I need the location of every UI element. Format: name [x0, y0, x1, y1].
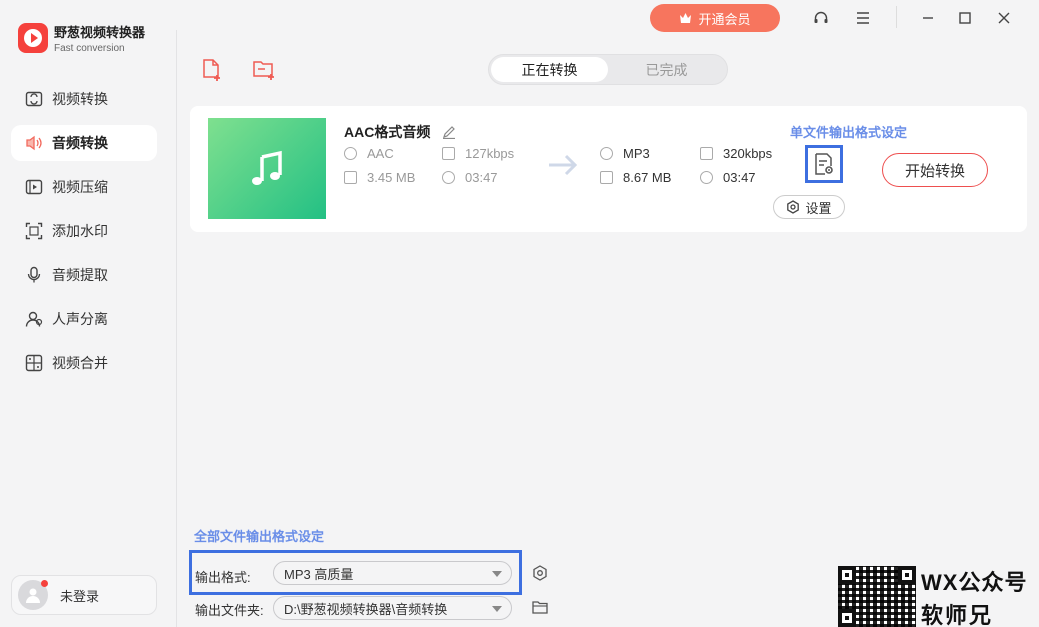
sidebar-item-video-merge[interactable]: 视频合并	[11, 345, 157, 381]
sidebar-item-label: 音频提取	[52, 267, 108, 283]
minimize-icon[interactable]	[918, 8, 938, 28]
source-format-value: AAC	[367, 146, 394, 161]
chevron-down-icon	[492, 571, 502, 577]
file-title: AAC格式音频	[344, 122, 456, 142]
crown-icon	[680, 13, 692, 23]
target-bitrate: 320kbps	[700, 146, 772, 161]
close-icon[interactable]	[994, 8, 1014, 28]
edit-icon[interactable]	[442, 125, 456, 139]
audio-convert-icon	[24, 133, 44, 153]
sidebar-item-vocal-separate[interactable]: 人声分离	[11, 301, 157, 337]
source-bitrate: 127kbps	[442, 146, 514, 161]
single-file-format-title: 单文件输出格式设定	[790, 125, 908, 140]
sidebar-item-video-convert[interactable]: 视频转换	[11, 81, 157, 117]
target-duration-value: 03:47	[723, 170, 756, 185]
task-card: AAC格式音频 AAC 127kbps 3.45 MB 03:47 MP3 32…	[190, 106, 1027, 232]
video-merge-icon	[24, 353, 44, 373]
sidebar-item-label: 视频压缩	[52, 179, 108, 195]
format-icon	[344, 147, 357, 160]
gear-icon	[787, 200, 800, 214]
conversion-tabs: 正在转换 已完成	[488, 54, 728, 85]
source-duration-value: 03:47	[465, 170, 498, 185]
target-size-value: 8.67 MB	[623, 170, 672, 185]
app-logo: 野葱视频转换器 Fast conversion	[18, 22, 145, 54]
target-duration: 03:47	[700, 170, 756, 185]
output-format-label: 输出格式:	[195, 570, 251, 585]
settings-button[interactable]: 设置	[773, 195, 845, 219]
clock-icon	[442, 171, 455, 184]
output-folder-label: 输出文件夹:	[195, 603, 264, 618]
add-file-icon[interactable]	[200, 58, 224, 82]
avatar	[18, 580, 48, 610]
add-folder-icon[interactable]	[252, 58, 276, 82]
sidebar-item-label: 视频合并	[52, 355, 108, 371]
app-subtitle: Fast conversion	[54, 43, 125, 54]
maximize-icon[interactable]	[955, 8, 975, 28]
watermark-line-1: WX公众号	[921, 570, 1028, 595]
video-compress-icon	[24, 177, 44, 197]
sidebar-item-label: 音频转换	[52, 135, 108, 151]
qr-code	[838, 566, 916, 627]
file-size-icon	[344, 171, 357, 184]
notification-dot	[41, 580, 48, 587]
vip-label: 开通会员	[698, 11, 751, 27]
sidebar-item-label: 视频转换	[52, 91, 108, 107]
vip-button[interactable]: 开通会员	[650, 4, 780, 32]
bitrate-icon	[442, 147, 455, 160]
user-icon	[26, 588, 40, 603]
watermark-line-2: 软师兄	[921, 603, 994, 627]
file-name: AAC格式音频	[344, 124, 431, 140]
app-logo-icon	[18, 23, 48, 53]
watermark-icon	[24, 221, 44, 241]
folder-icon[interactable]	[531, 598, 549, 616]
vocal-separate-icon	[24, 309, 44, 329]
single-file-format-button[interactable]	[805, 145, 843, 183]
app-name: 野葱视频转换器	[54, 25, 146, 40]
sidebar-item-label: 人声分离	[52, 311, 108, 327]
file-settings-icon	[815, 153, 833, 175]
chevron-down-icon	[492, 606, 502, 612]
sidebar-nav: 视频转换 音频转换 视频压缩 添加水印 音频提取 人声分离 视频合并	[11, 81, 157, 389]
titlebar-separator	[896, 6, 897, 28]
headset-icon[interactable]	[811, 8, 831, 28]
arrow-right-icon	[547, 152, 579, 183]
audio-thumbnail	[208, 118, 326, 219]
bitrate-icon	[700, 147, 713, 160]
start-convert-button[interactable]: 开始转换	[882, 153, 988, 187]
music-note-icon	[252, 150, 282, 185]
output-format-value: MP3 高质量	[284, 566, 354, 582]
settings-label: 设置	[805, 200, 832, 216]
tab-completed[interactable]: 已完成	[608, 57, 725, 82]
source-bitrate-value: 127kbps	[465, 146, 515, 161]
target-bitrate-value: 320kbps	[723, 146, 773, 161]
target-format: MP3	[600, 146, 650, 161]
audio-extract-icon	[24, 265, 44, 285]
output-folder-value: D:\野葱视频转换器\音频转换	[284, 601, 448, 617]
source-size-value: 3.45 MB	[367, 170, 416, 185]
user-name: 未登录	[60, 588, 100, 604]
source-duration: 03:47	[442, 170, 498, 185]
output-folder-select[interactable]: D:\野葱视频转换器\音频转换	[273, 596, 512, 620]
source-format: AAC	[344, 146, 394, 161]
target-format-value: MP3	[623, 146, 650, 161]
output-format-select[interactable]: MP3 高质量	[273, 561, 512, 585]
sidebar-item-watermark[interactable]: 添加水印	[11, 213, 157, 249]
video-convert-icon	[24, 89, 44, 109]
sidebar: 野葱视频转换器 Fast conversion 视频转换 音频转换 视频压缩 添…	[0, 0, 176, 627]
sidebar-divider	[176, 30, 177, 627]
sidebar-item-video-compress[interactable]: 视频压缩	[11, 169, 157, 205]
source-size: 3.45 MB	[344, 170, 415, 185]
sidebar-item-label: 添加水印	[52, 223, 108, 239]
format-icon	[600, 147, 613, 160]
sidebar-item-audio-extract[interactable]: 音频提取	[11, 257, 157, 293]
all-files-format-title: 全部文件输出格式设定	[194, 529, 325, 544]
tab-converting[interactable]: 正在转换	[491, 57, 608, 82]
menu-icon[interactable]	[853, 8, 873, 28]
sidebar-item-audio-convert[interactable]: 音频转换	[11, 125, 157, 161]
user-account[interactable]: 未登录	[11, 575, 157, 615]
file-size-icon	[600, 171, 613, 184]
target-size: 8.67 MB	[600, 170, 671, 185]
clock-icon	[700, 171, 713, 184]
format-settings-icon[interactable]	[531, 564, 549, 582]
